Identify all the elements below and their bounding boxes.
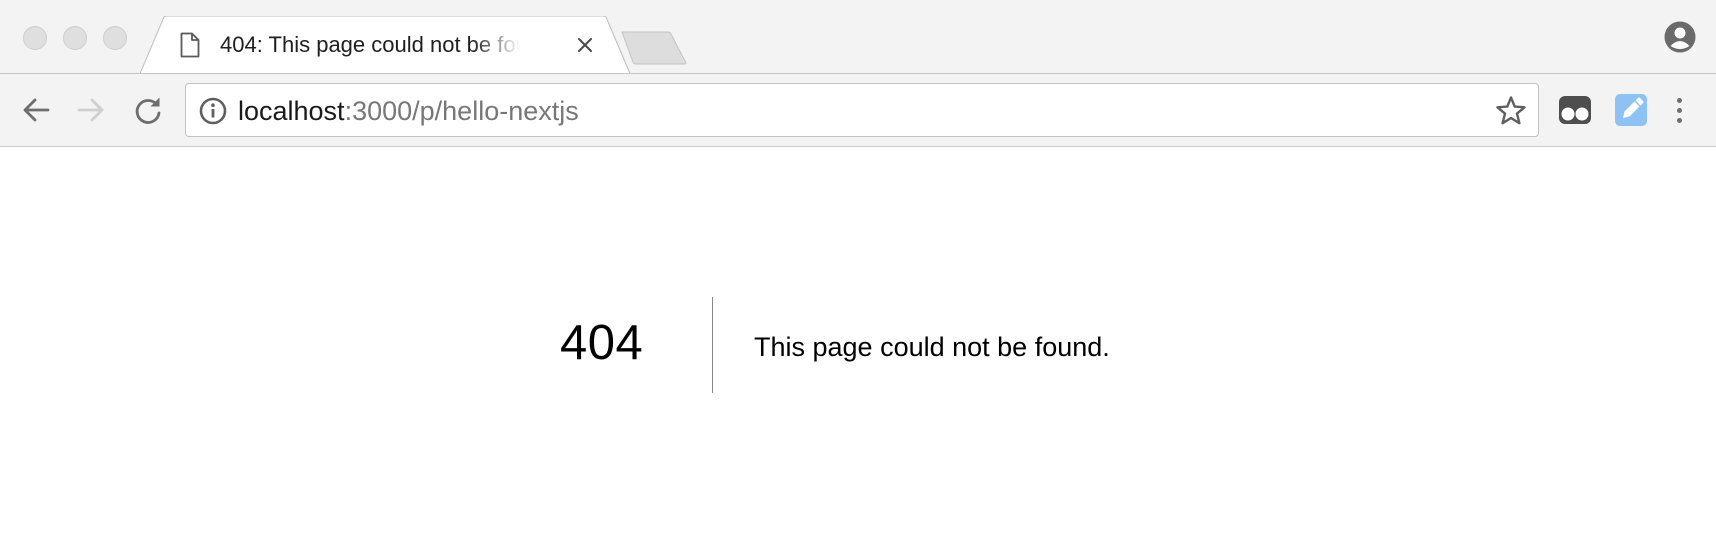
- error-divider: [712, 297, 713, 393]
- menu-icon[interactable]: [1667, 92, 1691, 128]
- url-text[interactable]: localhost:3000/p/hello-nextjs: [238, 95, 579, 127]
- toolbar: localhost:3000/p/hello-nextjs: [0, 74, 1716, 147]
- error-message: This page could not be found.: [754, 332, 1110, 362]
- new-tab-button[interactable]: [620, 30, 690, 66]
- close-icon[interactable]: [573, 33, 597, 57]
- back-arrow-icon: [23, 98, 50, 122]
- url-path: :3000/p/hello-nextjs: [344, 96, 579, 126]
- tab-title: 404: This page could not be found: [220, 32, 520, 57]
- address-bar[interactable]: localhost:3000/p/hello-nextjs: [185, 83, 1539, 137]
- reload-button[interactable]: [130, 92, 166, 128]
- error-code: 404: [560, 316, 644, 370]
- window-close-button[interactable]: [23, 26, 47, 50]
- bookmark-star-icon[interactable]: [1494, 94, 1528, 128]
- tab-active[interactable]: 404: This page could not be found: [140, 16, 632, 74]
- window-zoom-button[interactable]: [103, 26, 127, 50]
- tampermonkey-icon[interactable]: [1557, 92, 1593, 128]
- back-button[interactable]: [18, 92, 54, 128]
- window-minimize-button[interactable]: [63, 26, 87, 50]
- url-host: localhost: [238, 96, 345, 126]
- info-icon[interactable]: [198, 96, 228, 126]
- browser-window: 404: This page could not be found localh…: [0, 0, 1716, 544]
- tab-strip: 404: This page could not be found: [0, 0, 1716, 74]
- page-content: 404 This page could not be found.: [0, 148, 1716, 544]
- pencil-extension-icon[interactable]: [1613, 92, 1649, 128]
- profile-icon[interactable]: [1663, 20, 1697, 54]
- forward-arrow-icon: [77, 98, 104, 122]
- forward-button[interactable]: [73, 92, 109, 128]
- page-icon: [180, 32, 200, 58]
- reload-icon: [135, 97, 161, 124]
